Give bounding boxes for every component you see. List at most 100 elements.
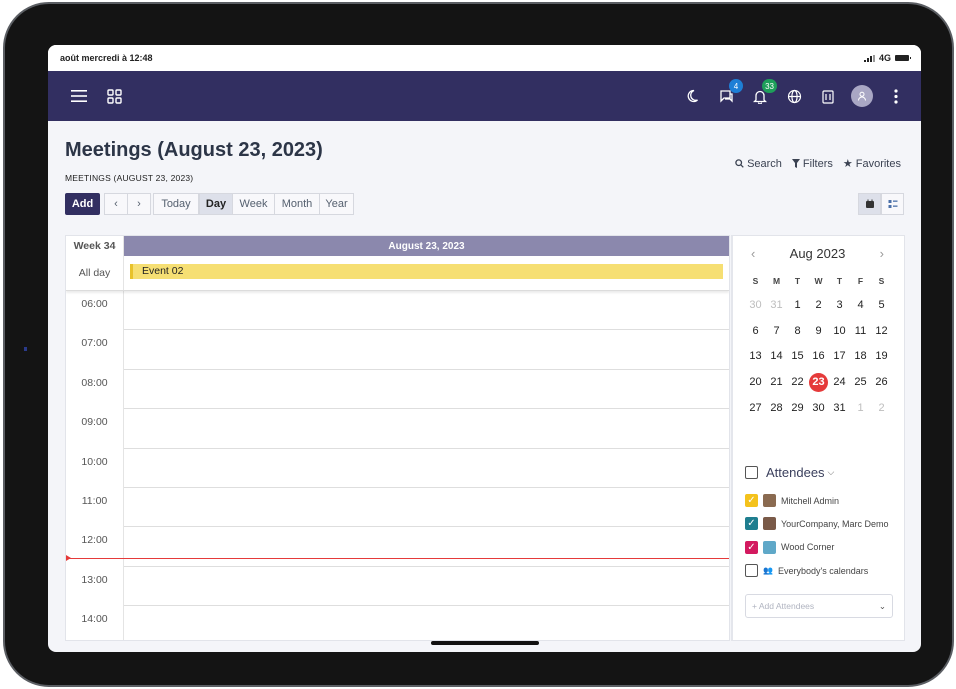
hour-label: 10:00 [66, 448, 124, 488]
attendee-checkbox[interactable]: ✓ [745, 517, 758, 531]
mini-calendar-day[interactable]: 16 [808, 344, 829, 370]
hour-slot[interactable] [124, 409, 729, 449]
mini-calendar-day[interactable]: 17 [829, 344, 850, 370]
mini-calendar-day[interactable]: 9 [808, 318, 829, 344]
add-attendees-select[interactable]: + Add Attendees ⌄ [745, 594, 893, 618]
mini-calendar-day[interactable]: 30 [745, 292, 766, 318]
mini-calendar-day[interactable]: 11 [850, 318, 871, 344]
hour-label: 13:00 [66, 566, 124, 607]
mini-calendar-day[interactable]: 8 [787, 318, 808, 344]
mini-calendar-day[interactable]: 15 [787, 344, 808, 370]
mini-calendar-day[interactable]: 28 [766, 395, 787, 421]
allday-cell[interactable]: Event 02 [124, 256, 729, 290]
allday-label: All day [66, 256, 124, 290]
scale-day-button[interactable]: Day [199, 193, 233, 215]
allday-row: All day Event 02 [66, 256, 729, 291]
weekday-label: M [772, 276, 781, 286]
search-button[interactable]: Search [735, 157, 782, 170]
next-button[interactable]: › [127, 193, 151, 215]
mini-calendar-day[interactable]: 14 [766, 344, 787, 370]
previous-button[interactable]: ‹ [104, 193, 128, 215]
event-block[interactable]: Event 02 [130, 264, 723, 279]
hour-label: 12:00 [66, 527, 124, 567]
mini-calendar-day[interactable]: 2 [871, 395, 892, 421]
mini-calendar-day[interactable]: 25 [850, 369, 871, 395]
mini-calendar-day[interactable]: 21 [766, 369, 787, 395]
more-vertical-icon[interactable] [885, 85, 907, 107]
mini-calendar-day[interactable]: 27 [745, 395, 766, 421]
activity-bell-icon[interactable]: 33 [749, 79, 777, 107]
hour-slot[interactable] [124, 330, 729, 370]
mini-calendar-day[interactable]: 26 [871, 369, 892, 395]
add-button[interactable]: Add [65, 193, 100, 215]
hour-slot[interactable] [124, 606, 729, 640]
weekday-label: T [836, 276, 843, 286]
hamburger-menu-icon[interactable] [68, 85, 90, 107]
mini-calendar-day[interactable]: 2 [808, 292, 829, 318]
attendee-filter-item[interactable]: ✓ Wood Corner [745, 536, 905, 559]
hour-slot[interactable] [124, 291, 729, 331]
screen: août mercredi à 12:48 4G 4 33 Meetings (… [48, 45, 921, 652]
apps-grid-icon[interactable] [103, 85, 125, 107]
breadcrumb: MEETINGS (AUGUST 23, 2023) [65, 173, 194, 183]
mini-calendar-today[interactable]: 23 [808, 369, 829, 395]
mini-calendar-day[interactable]: 30 [808, 395, 829, 421]
hour-row: 08:00 [66, 369, 729, 410]
hour-slot[interactable] [124, 370, 729, 410]
scale-week-button[interactable]: Week [232, 193, 275, 215]
mini-calendar-day[interactable]: 4 [850, 292, 871, 318]
list-view-button[interactable] [881, 193, 904, 215]
mini-next-month-icon[interactable]: › [880, 246, 884, 261]
mini-calendar-day[interactable]: 3 [829, 292, 850, 318]
today-button[interactable]: Today [153, 193, 199, 215]
mini-calendar-day[interactable]: 31 [766, 292, 787, 318]
view-switcher [858, 193, 904, 215]
attendee-checkbox[interactable]: ✓ [745, 540, 758, 554]
hour-label: 06:00 [66, 291, 124, 331]
chevron-down-icon[interactable]: ⌵ [828, 467, 835, 478]
mini-calendar-day[interactable]: 5 [871, 292, 892, 318]
weekday-label: T [794, 276, 801, 286]
attendee-filter-item[interactable]: 👥 Everybody's calendars [745, 559, 905, 582]
hour-row: 09:00 [66, 409, 729, 449]
mini-calendar-day[interactable]: 19 [871, 344, 892, 370]
globe-icon[interactable] [783, 85, 805, 107]
company-building-icon[interactable] [817, 85, 839, 107]
attendee-filter-item[interactable]: ✓ YourCompany, Marc Demo [745, 512, 905, 535]
attendee-filter-item[interactable]: ✓ Mitchell Admin [745, 489, 905, 512]
calendar-view-button[interactable] [858, 193, 881, 215]
filters-button[interactable]: Filters [791, 157, 833, 170]
mini-calendar-day[interactable]: 13 [745, 344, 766, 370]
mini-calendar-day[interactable]: 1 [787, 292, 808, 318]
mini-calendar-day[interactable]: 1 [850, 395, 871, 421]
mini-calendar-day[interactable]: 18 [850, 344, 871, 370]
attendees-select-all-checkbox[interactable] [745, 466, 758, 479]
hour-slot[interactable] [124, 567, 729, 607]
mini-calendar-day[interactable]: 7 [766, 318, 787, 344]
mini-calendar-day[interactable]: 24 [829, 369, 850, 395]
mini-prev-month-icon[interactable]: ‹ [751, 246, 755, 261]
hour-row: 13:00 [66, 566, 729, 607]
current-time-indicator [66, 555, 729, 561]
mini-calendar-day[interactable]: 29 [787, 395, 808, 421]
mini-calendar-day[interactable]: 31 [829, 395, 850, 421]
mini-calendar-day[interactable]: 6 [745, 318, 766, 344]
hour-slot[interactable] [124, 449, 729, 488]
scale-month-button[interactable]: Month [274, 193, 320, 215]
mini-calendar-day[interactable]: 10 [829, 318, 850, 344]
user-avatar[interactable] [851, 85, 873, 107]
dark-mode-moon-icon[interactable] [681, 85, 703, 107]
mini-calendar-day[interactable]: 12 [871, 318, 892, 344]
camera-dot [24, 347, 27, 351]
attendee-checkbox[interactable] [745, 564, 758, 578]
day-calendar: Week 34 August 23, 2023 All day Event 02… [65, 235, 730, 641]
mini-calendar-day[interactable]: 20 [745, 369, 766, 395]
hour-slot[interactable] [124, 527, 729, 567]
scale-year-button[interactable]: Year [319, 193, 354, 215]
attendees-title: Attendees [766, 465, 825, 480]
messages-icon[interactable]: 4 [715, 79, 743, 107]
attendee-checkbox[interactable]: ✓ [745, 494, 758, 508]
favorites-button[interactable]: ★ Favorites [843, 157, 901, 171]
hour-slot[interactable] [124, 488, 729, 528]
mini-calendar-day[interactable]: 22 [787, 369, 808, 395]
